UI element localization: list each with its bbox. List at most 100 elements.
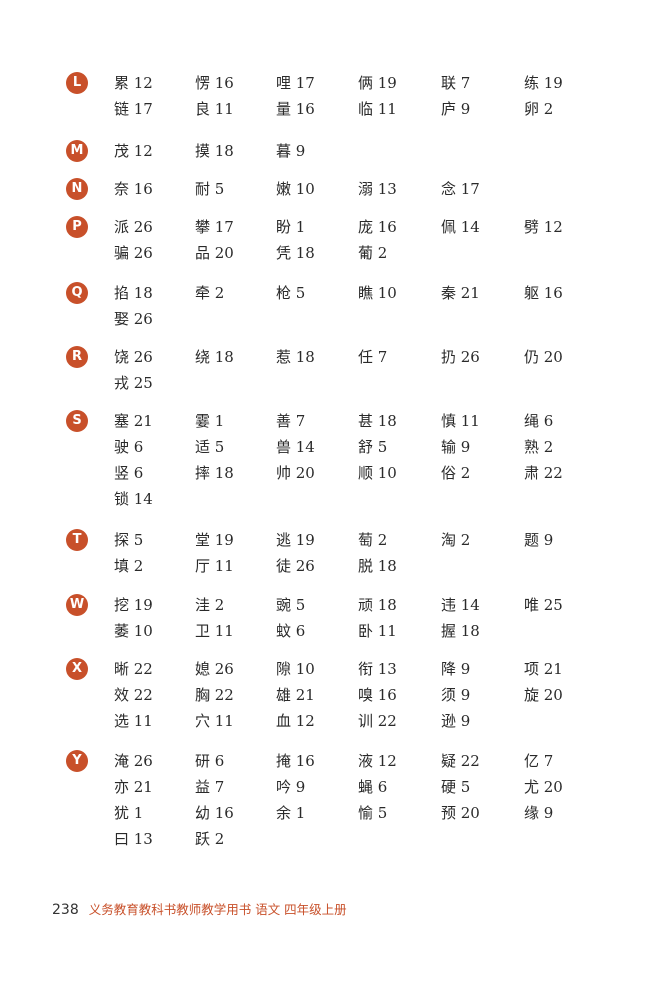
character-entry: 惹 18 <box>276 348 315 366</box>
character-entry: 握 18 <box>441 622 480 640</box>
character-entry: 选 11 <box>114 712 153 730</box>
character-entry: 绳 6 <box>524 412 554 430</box>
character-entry: 胸 22 <box>195 686 234 704</box>
character-entry: 盼 1 <box>276 218 306 236</box>
character-entry: 劈 12 <box>524 218 563 236</box>
character-entry: 尤 20 <box>524 778 563 796</box>
character-entry: 任 7 <box>358 348 388 366</box>
letter-badge: M <box>66 140 88 162</box>
character-entry: 牵 2 <box>195 284 225 302</box>
character-entry: 躯 16 <box>524 284 563 302</box>
character-entry: 摸 18 <box>195 142 234 160</box>
character-entry: 跃 2 <box>195 830 225 848</box>
character-entry: 绕 18 <box>195 348 234 366</box>
character-entry: 逊 9 <box>441 712 471 730</box>
character-entry: 饶 26 <box>114 348 153 366</box>
character-entry: 幼 16 <box>195 804 234 822</box>
book-title: 义务教育教科书教师教学用书 语文 四年级上册 <box>88 902 347 917</box>
character-entry: 挖 19 <box>114 596 153 614</box>
character-entry: 题 9 <box>524 531 554 549</box>
character-entry: 枪 5 <box>276 284 306 302</box>
character-entry: 扔 26 <box>441 348 480 366</box>
character-entry: 帅 20 <box>276 464 315 482</box>
character-entry: 液 12 <box>358 752 397 770</box>
character-entry: 摔 18 <box>195 464 234 482</box>
character-entry: 硬 5 <box>441 778 471 796</box>
index-page: L 累 12 愣 16 哩 17 俩 19 联 7 练 19 链 17 良 11 量 16 临 11… <box>0 0 664 988</box>
character-entry: 善 7 <box>276 412 306 430</box>
character-entry: 穴 11 <box>195 712 234 730</box>
character-entry: 预 20 <box>441 804 480 822</box>
character-entry: 厅 11 <box>195 557 234 575</box>
character-entry: 嗅 16 <box>358 686 397 704</box>
character-entry: 念 17 <box>441 180 480 198</box>
character-entry: 塞 21 <box>114 412 153 430</box>
character-entry: 洼 2 <box>195 596 225 614</box>
character-entry: 吟 9 <box>276 778 306 796</box>
character-entry: 庐 9 <box>441 100 471 118</box>
character-entry: 堂 19 <box>195 531 234 549</box>
character-entry: 顽 18 <box>358 596 397 614</box>
letter-badge: L <box>66 72 88 94</box>
character-entry: 曰 13 <box>114 830 153 848</box>
character-entry: 派 26 <box>114 218 153 236</box>
character-entry: 俗 2 <box>441 464 471 482</box>
character-entry: 练 19 <box>524 74 563 92</box>
character-entry: 链 17 <box>114 100 153 118</box>
character-entry: 嫩 10 <box>276 180 315 198</box>
character-entry: 缘 9 <box>524 804 554 822</box>
character-entry: 量 16 <box>276 100 315 118</box>
character-entry: 雄 21 <box>276 686 315 704</box>
character-entry: 愉 5 <box>358 804 388 822</box>
letter-badge: N <box>66 178 88 200</box>
character-entry: 项 21 <box>524 660 563 678</box>
character-entry: 累 12 <box>114 74 153 92</box>
character-entry: 甚 18 <box>358 412 397 430</box>
character-entry: 降 9 <box>441 660 471 678</box>
character-entry: 戎 25 <box>114 374 153 392</box>
letter-badge: W <box>66 594 88 616</box>
character-entry: 慎 11 <box>441 412 480 430</box>
letter-badge: T <box>66 529 88 551</box>
character-entry: 耐 5 <box>195 180 225 198</box>
character-entry: 奈 16 <box>114 180 153 198</box>
letter-badge: S <box>66 410 88 432</box>
character-entry: 瞧 10 <box>358 284 397 302</box>
character-entry: 葡 2 <box>358 244 388 262</box>
character-entry: 锁 14 <box>114 490 153 508</box>
character-entry: 哩 17 <box>276 74 315 92</box>
character-entry: 隙 10 <box>276 660 315 678</box>
character-entry: 俩 19 <box>358 74 397 92</box>
character-entry: 肃 22 <box>524 464 563 482</box>
character-entry: 凭 18 <box>276 244 315 262</box>
character-entry: 顺 10 <box>358 464 397 482</box>
character-entry: 溺 13 <box>358 180 397 198</box>
character-entry: 霎 1 <box>195 412 225 430</box>
character-entry: 媳 26 <box>195 660 234 678</box>
character-entry: 豌 5 <box>276 596 306 614</box>
character-entry: 熟 2 <box>524 438 554 456</box>
character-entry: 娶 26 <box>114 310 153 328</box>
letter-badge: P <box>66 216 88 238</box>
character-entry: 淘 2 <box>441 531 471 549</box>
character-entry: 萄 2 <box>358 531 388 549</box>
character-entry: 秦 21 <box>441 284 480 302</box>
character-entry: 卧 11 <box>358 622 397 640</box>
character-entry: 攀 17 <box>195 218 234 236</box>
character-entry: 效 22 <box>114 686 153 704</box>
character-entry: 犹 1 <box>114 804 144 822</box>
character-entry: 掩 16 <box>276 752 315 770</box>
character-entry: 暮 9 <box>276 142 306 160</box>
character-entry: 填 2 <box>114 557 144 575</box>
character-entry: 临 11 <box>358 100 397 118</box>
character-entry: 亿 7 <box>524 752 554 770</box>
character-entry: 徒 26 <box>276 557 315 575</box>
character-entry: 联 7 <box>441 74 471 92</box>
character-entry: 卫 11 <box>195 622 234 640</box>
character-entry: 舒 5 <box>358 438 388 456</box>
page-footer: 238 义务教育教科书教师教学用书 语文 四年级上册 <box>52 899 347 918</box>
character-entry: 佩 14 <box>441 218 480 236</box>
character-entry: 研 6 <box>195 752 225 770</box>
character-entry: 淹 26 <box>114 752 153 770</box>
character-entry: 茂 12 <box>114 142 153 160</box>
